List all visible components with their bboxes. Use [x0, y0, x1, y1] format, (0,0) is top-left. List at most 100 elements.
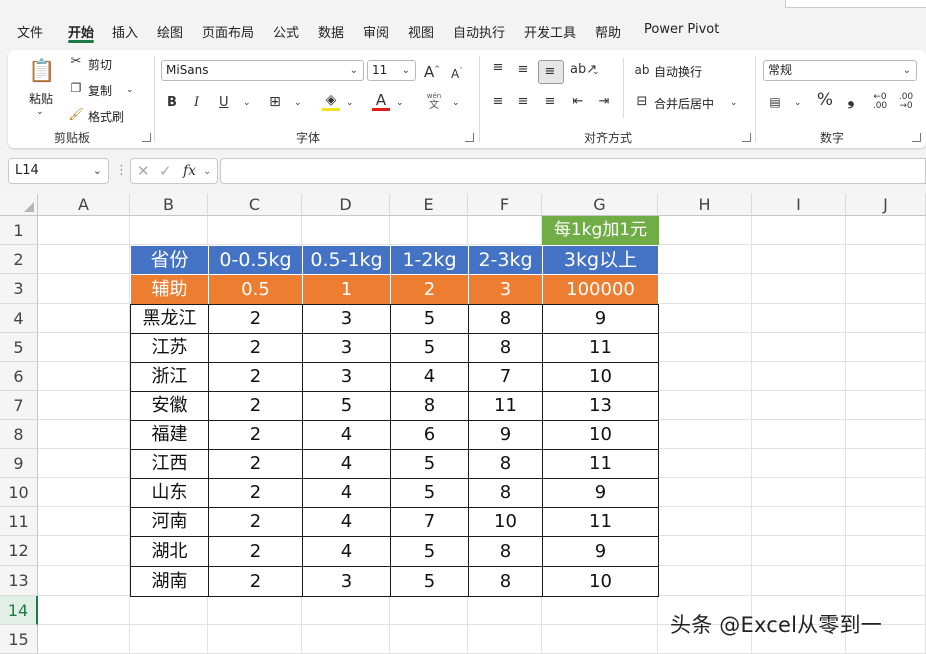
table-cell[interactable]: 9	[542, 478, 659, 508]
row-header-7[interactable]: 7	[0, 391, 38, 420]
column-header-a[interactable]: A	[38, 194, 130, 216]
aux-cell[interactable]: 1	[302, 274, 391, 305]
row-header-2[interactable]: 2	[0, 245, 38, 274]
aux-cell[interactable]: 辅助	[130, 274, 209, 305]
table-cell[interactable]: 8	[468, 449, 543, 479]
header-cell[interactable]: 1-2kg	[390, 245, 469, 275]
font-color-icon[interactable]: A	[372, 92, 390, 108]
select-all-corner[interactable]	[0, 194, 38, 216]
tab-12[interactable]: Power Pivot	[644, 22, 719, 37]
table-cell[interactable]: 湖南	[130, 566, 209, 597]
accounting-format-icon[interactable]: ▤	[766, 94, 784, 110]
table-cell[interactable]: 3	[302, 333, 391, 363]
dialog-launcher-icon[interactable]	[465, 133, 474, 142]
number-format-select[interactable]: 常规 ⌄	[763, 60, 917, 81]
table-cell[interactable]: 河南	[130, 507, 209, 537]
percent-button[interactable]: %	[816, 92, 834, 109]
table-cell[interactable]: 8	[468, 536, 543, 567]
table-cell[interactable]: 13	[542, 391, 659, 421]
table-cell[interactable]: 9	[542, 304, 659, 334]
aux-cell[interactable]: 2	[390, 274, 469, 305]
table-cell[interactable]: 2	[208, 449, 303, 479]
table-cell[interactable]: 2	[208, 333, 303, 363]
table-cell[interactable]: 5	[390, 333, 469, 363]
cancel-icon[interactable]: ✕	[137, 163, 150, 179]
table-cell[interactable]: 10	[468, 507, 543, 537]
aux-cell[interactable]: 100000	[542, 274, 659, 305]
wrap-text-icon[interactable]: ab	[634, 62, 650, 78]
table-cell[interactable]: 10	[542, 566, 659, 597]
orientation-icon[interactable]: ab↗	[570, 62, 597, 78]
column-header-f[interactable]: F	[468, 194, 542, 216]
header-cell[interactable]: 2-3kg	[468, 245, 543, 275]
column-header-i[interactable]: I	[752, 194, 846, 216]
chevron-down-icon[interactable]: ⌄	[592, 64, 600, 80]
row-header-4[interactable]: 4	[0, 304, 38, 333]
table-cell[interactable]: 5	[390, 449, 469, 479]
row-header-11[interactable]: 11	[0, 507, 38, 536]
header-cell[interactable]: 省份	[130, 245, 209, 275]
table-cell[interactable]: 11	[542, 333, 659, 363]
table-cell[interactable]: 4	[302, 536, 391, 567]
table-cell[interactable]: 8	[468, 478, 543, 508]
cut-button[interactable]: 剪切	[88, 56, 112, 73]
tab-0[interactable]: 文件	[17, 22, 43, 41]
chevron-down-icon[interactable]: ⌄	[396, 95, 404, 111]
table-cell[interactable]: 9	[542, 536, 659, 567]
table-cell[interactable]: 4	[390, 362, 469, 392]
note-cell[interactable]: 每1kg加1元	[542, 216, 659, 246]
table-cell[interactable]: 7	[468, 362, 543, 392]
decrease-decimal-icon[interactable]: .00 →0	[896, 93, 916, 111]
chevron-down-icon[interactable]: ⌄	[36, 104, 44, 120]
tab-9[interactable]: 自动执行	[453, 22, 505, 41]
table-cell[interactable]: 10	[542, 420, 659, 450]
dialog-launcher-icon[interactable]	[142, 133, 151, 142]
table-cell[interactable]: 3	[302, 304, 391, 334]
column-header-h[interactable]: H	[658, 194, 752, 216]
column-header-d[interactable]: D	[302, 194, 390, 216]
table-cell[interactable]: 3	[302, 566, 391, 597]
tab-7[interactable]: 审阅	[363, 22, 389, 41]
row-header-10[interactable]: 10	[0, 478, 38, 507]
align-middle-icon[interactable]: ≡	[515, 62, 531, 78]
table-cell[interactable]: 11	[542, 449, 659, 479]
font-name-select[interactable]: MiSans ⌄	[161, 60, 364, 81]
table-cell[interactable]: 2	[208, 566, 303, 597]
dialog-launcher-icon[interactable]	[742, 133, 751, 142]
merge-center-icon[interactable]: ⊟	[634, 94, 650, 110]
table-cell[interactable]: 5	[390, 304, 469, 334]
table-cell[interactable]: 5	[390, 478, 469, 508]
row-header-15[interactable]: 15	[0, 625, 38, 654]
bold-button[interactable]: B	[167, 95, 177, 111]
align-right-icon[interactable]: ≡	[542, 94, 558, 110]
table-cell[interactable]: 2	[208, 536, 303, 567]
table-cell[interactable]: 4	[302, 420, 391, 450]
table-cell[interactable]: 8	[468, 333, 543, 363]
table-cell[interactable]: 4	[302, 449, 391, 479]
tab-8[interactable]: 视图	[408, 22, 434, 41]
table-cell[interactable]: 山东	[130, 478, 209, 508]
chevron-down-icon[interactable]: ⌄	[203, 164, 211, 180]
name-box[interactable]: L14 ⌄	[8, 158, 109, 184]
table-cell[interactable]: 江苏	[130, 333, 209, 363]
table-cell[interactable]: 2	[208, 391, 303, 421]
insert-function-icon[interactable]: fx	[183, 163, 196, 179]
table-cell[interactable]: 2	[208, 362, 303, 392]
row-header-12[interactable]: 12	[0, 536, 38, 566]
tab-4[interactable]: 页面布局	[202, 22, 254, 41]
table-cell[interactable]: 江西	[130, 449, 209, 479]
merge-center-button[interactable]: 合并后居中	[654, 95, 714, 112]
tab-6[interactable]: 数据	[318, 22, 344, 41]
table-cell[interactable]: 福建	[130, 420, 209, 450]
tab-11[interactable]: 帮助	[595, 22, 621, 41]
copy-button[interactable]: 复制	[88, 82, 112, 99]
table-cell[interactable]: 2	[208, 507, 303, 537]
paste-icon[interactable]: 📋	[28, 58, 56, 86]
table-cell[interactable]: 浙江	[130, 362, 209, 392]
decrease-indent-icon[interactable]: ⇤	[570, 94, 586, 110]
tab-10[interactable]: 开发工具	[524, 22, 576, 41]
table-cell[interactable]: 9	[468, 420, 543, 450]
chevron-down-icon[interactable]: ⌄	[346, 95, 354, 111]
row-header-13[interactable]: 13	[0, 566, 38, 596]
row-header-5[interactable]: 5	[0, 333, 38, 362]
